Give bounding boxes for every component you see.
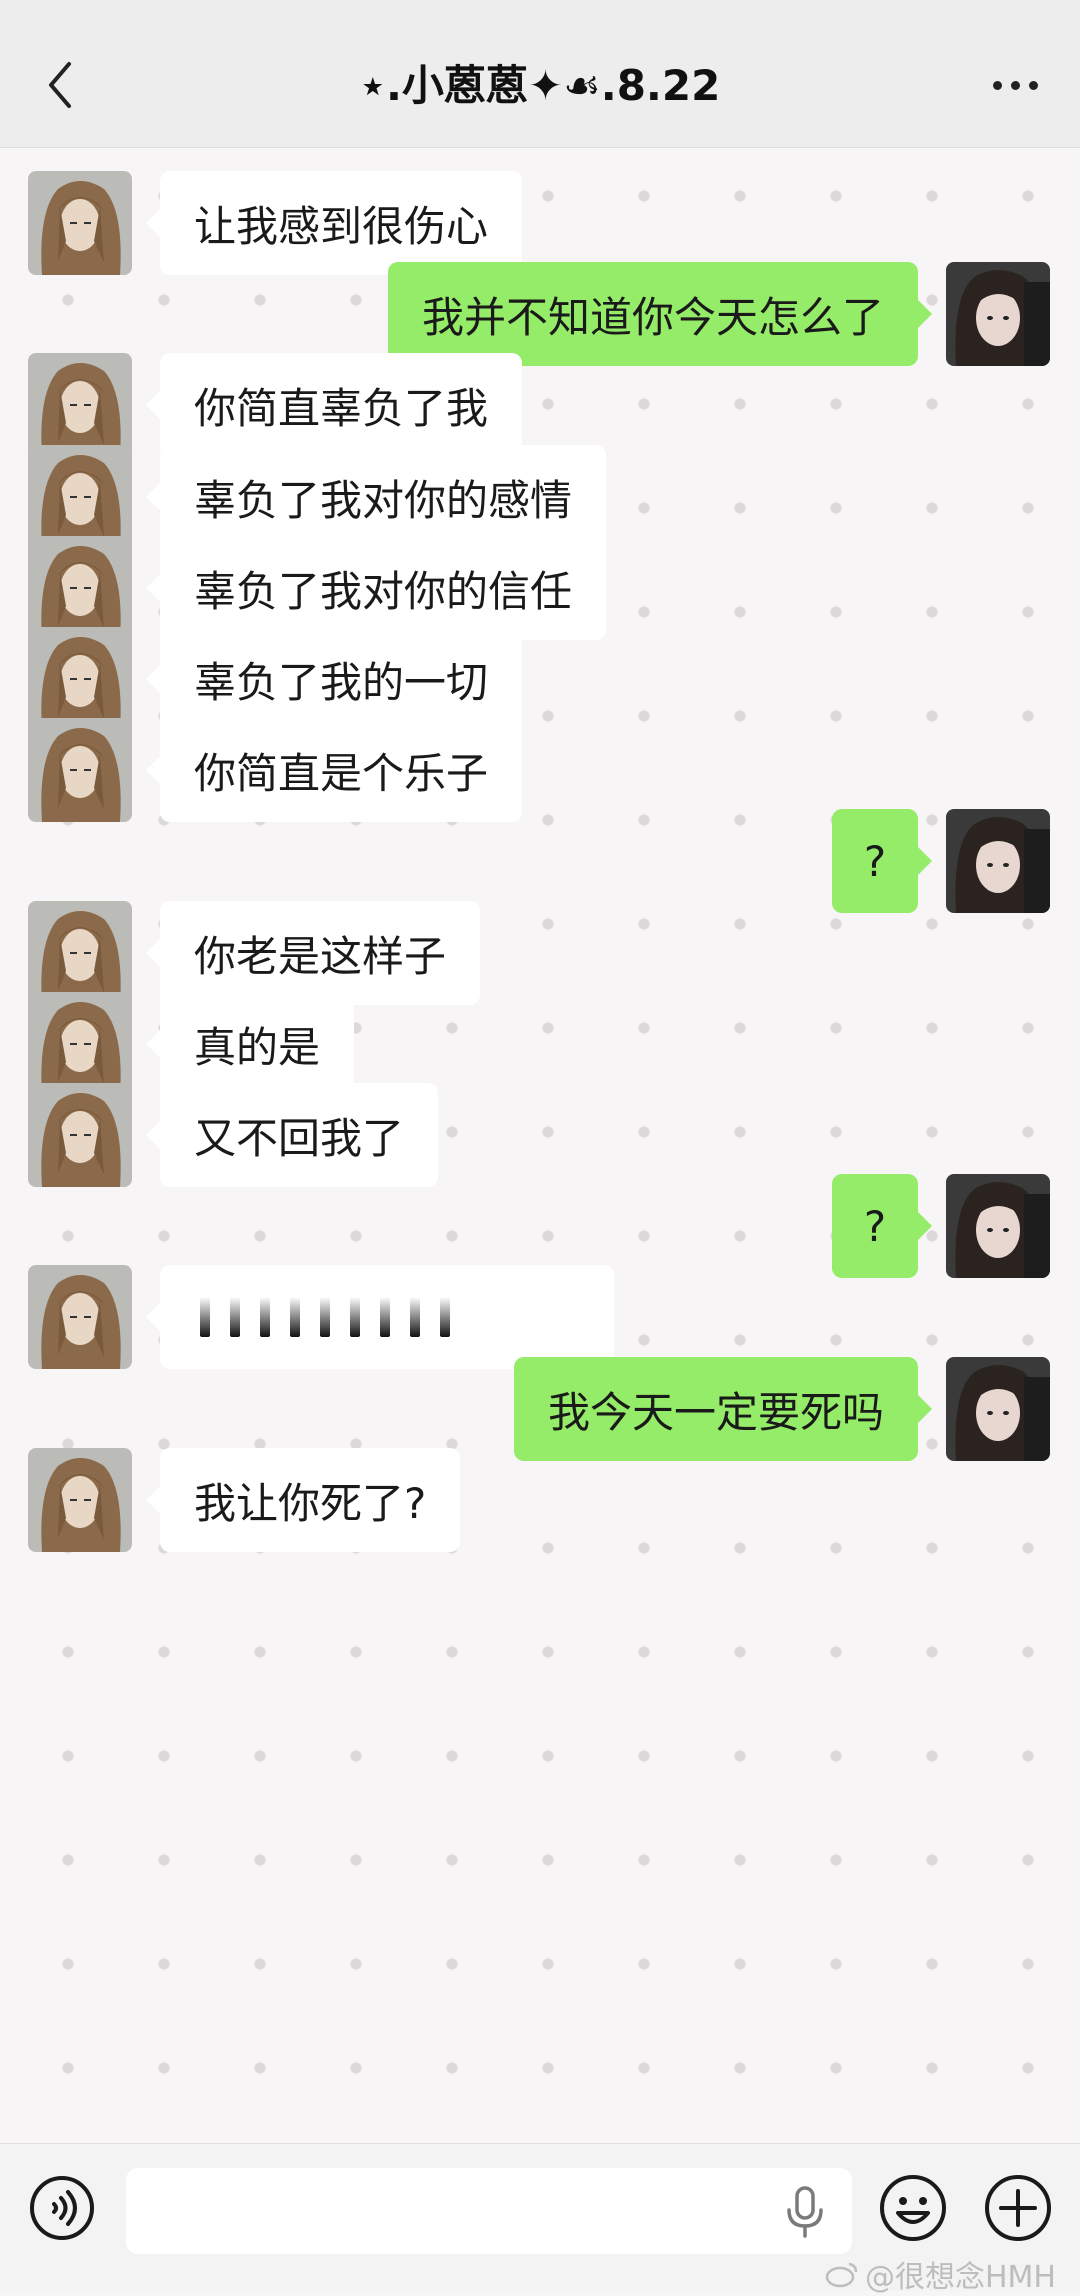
bar-glyph <box>290 1297 300 1337</box>
message-bubble[interactable]: ? <box>832 809 932 913</box>
message-text: 真的是 <box>194 1022 321 1072</box>
chevron-left-icon <box>49 62 71 108</box>
received-message: 真的是 <box>0 992 1080 1096</box>
sent-message: 我今天一定要死吗 <box>0 1357 1080 1461</box>
back-button[interactable] <box>30 50 90 120</box>
message-bubble[interactable]: 辜负了我对你的信任 <box>145 536 607 640</box>
contact-avatar[interactable] <box>28 536 132 640</box>
sent-message: ? <box>0 1174 1080 1278</box>
bar-glyph <box>200 1297 210 1337</box>
message-bubble[interactable]: 辜负了我对你的感情 <box>145 445 607 549</box>
my-avatar[interactable] <box>946 1357 1050 1461</box>
weibo-logo-icon <box>825 2262 858 2288</box>
contact-avatar[interactable] <box>28 992 132 1096</box>
received-message: 辜负了我对你的感情 <box>0 445 1080 549</box>
message-text: 我今天一定要死吗 <box>547 1387 884 1437</box>
bar-glyph <box>380 1297 390 1337</box>
message-bubble[interactable]: 我今天一定要死吗 <box>513 1357 933 1461</box>
bar-symbols <box>200 1297 450 1337</box>
contact-avatar[interactable] <box>28 353 132 457</box>
message-text: 辜负了我的一切 <box>194 657 489 707</box>
emoji-icon <box>880 2175 946 2241</box>
message-bubble[interactable]: 你简直辜负了我 <box>145 353 523 457</box>
emoji-button[interactable] <box>877 2172 949 2244</box>
contact-avatar[interactable] <box>28 171 132 275</box>
bar-glyph <box>320 1297 330 1337</box>
chat-header: ⋆.小蒽蒽✦☙.8.22 <box>0 0 1080 148</box>
watermark-text: @很想念HMH <box>864 2260 1056 2295</box>
received-message: 我让你死了? <box>0 1448 1080 1552</box>
message-list[interactable]: 让我感到很伤心我并不知道你今天怎么了你简直辜负了我辜负了我对你的感情 辜负了我对你… <box>0 148 1080 2143</box>
message-text: ? <box>863 1201 887 1251</box>
message-bubble[interactable]: 我并不知道你今天怎么了 <box>387 262 933 366</box>
message-text: ? <box>863 836 887 886</box>
message-bubble[interactable]: 你简直是个乐子 <box>145 718 523 822</box>
microphone-button[interactable] <box>780 2184 830 2240</box>
contact-avatar[interactable] <box>28 627 132 731</box>
sent-message: ? <box>0 809 1080 913</box>
contact-avatar[interactable] <box>28 445 132 549</box>
voice-toggle-button[interactable] <box>26 2172 98 2244</box>
contact-avatar[interactable] <box>28 1265 132 1369</box>
message-text: 你老是这样子 <box>194 931 447 981</box>
sent-message: 我并不知道你今天怎么了 <box>0 262 1080 366</box>
bar-glyph <box>410 1297 420 1337</box>
plus-button[interactable] <box>982 2172 1054 2244</box>
my-avatar[interactable] <box>946 262 1050 366</box>
message-bubble[interactable]: 真的是 <box>145 992 355 1096</box>
received-message: 让我感到很伤心 <box>0 171 1080 275</box>
message-text: 让我感到很伤心 <box>194 201 489 251</box>
message-bubble[interactable] <box>146 1265 614 1369</box>
contact-avatar[interactable] <box>28 1448 132 1552</box>
received-message: 又不回我了 <box>0 1083 1080 1187</box>
message-bubble[interactable]: 你老是这样子 <box>145 901 481 1005</box>
message-bubble[interactable]: 让我感到很伤心 <box>145 171 523 275</box>
received-message: 辜负了我的一切 <box>0 627 1080 731</box>
voice-toggle-icon <box>30 2176 94 2240</box>
message-bubble[interactable]: 又不回我了 <box>145 1083 439 1187</box>
contact-avatar[interactable] <box>28 718 132 822</box>
chat-title: ⋆.小蒽蒽✦☙.8.22 <box>359 61 721 110</box>
bar-glyph <box>350 1297 360 1337</box>
bar-glyph <box>260 1297 270 1337</box>
message-text: 我并不知道你今天怎么了 <box>421 292 884 342</box>
contact-avatar[interactable] <box>28 901 132 1005</box>
message-text: 辜负了我对你的信任 <box>194 566 573 616</box>
message-text: 又不回我了 <box>194 1113 405 1163</box>
received-message: 你简直辜负了我 <box>0 353 1080 457</box>
message-bubble[interactable]: 我让你死了? <box>145 1448 461 1552</box>
watermark: @很想念HMH <box>825 2252 1056 2296</box>
more-button[interactable] <box>980 60 1050 110</box>
message-bubble[interactable]: ? <box>832 1174 932 1278</box>
message-text: 你简直辜负了我 <box>194 383 489 433</box>
microphone-icon <box>787 2186 823 2238</box>
bar-glyph <box>440 1297 450 1337</box>
received-message: 辜负了我对你的信任 <box>0 536 1080 640</box>
my-avatar[interactable] <box>946 1174 1050 1278</box>
received-message: 你简直是个乐子 <box>0 718 1080 822</box>
message-bubble[interactable]: 辜负了我的一切 <box>145 627 523 731</box>
received-message: 你老是这样子 <box>0 901 1080 1005</box>
message-text: 我让你死了? <box>194 1478 427 1528</box>
message-text: 辜负了我对你的感情 <box>194 475 573 525</box>
more-dots-icon <box>992 80 1002 90</box>
message-input[interactable] <box>126 2168 852 2254</box>
plus-icon <box>985 2175 1051 2241</box>
bar-glyph <box>230 1297 240 1337</box>
message-text: 你简直是个乐子 <box>194 748 489 798</box>
my-avatar[interactable] <box>946 809 1050 913</box>
contact-avatar[interactable] <box>28 1083 132 1187</box>
received-message <box>0 1265 1080 1369</box>
